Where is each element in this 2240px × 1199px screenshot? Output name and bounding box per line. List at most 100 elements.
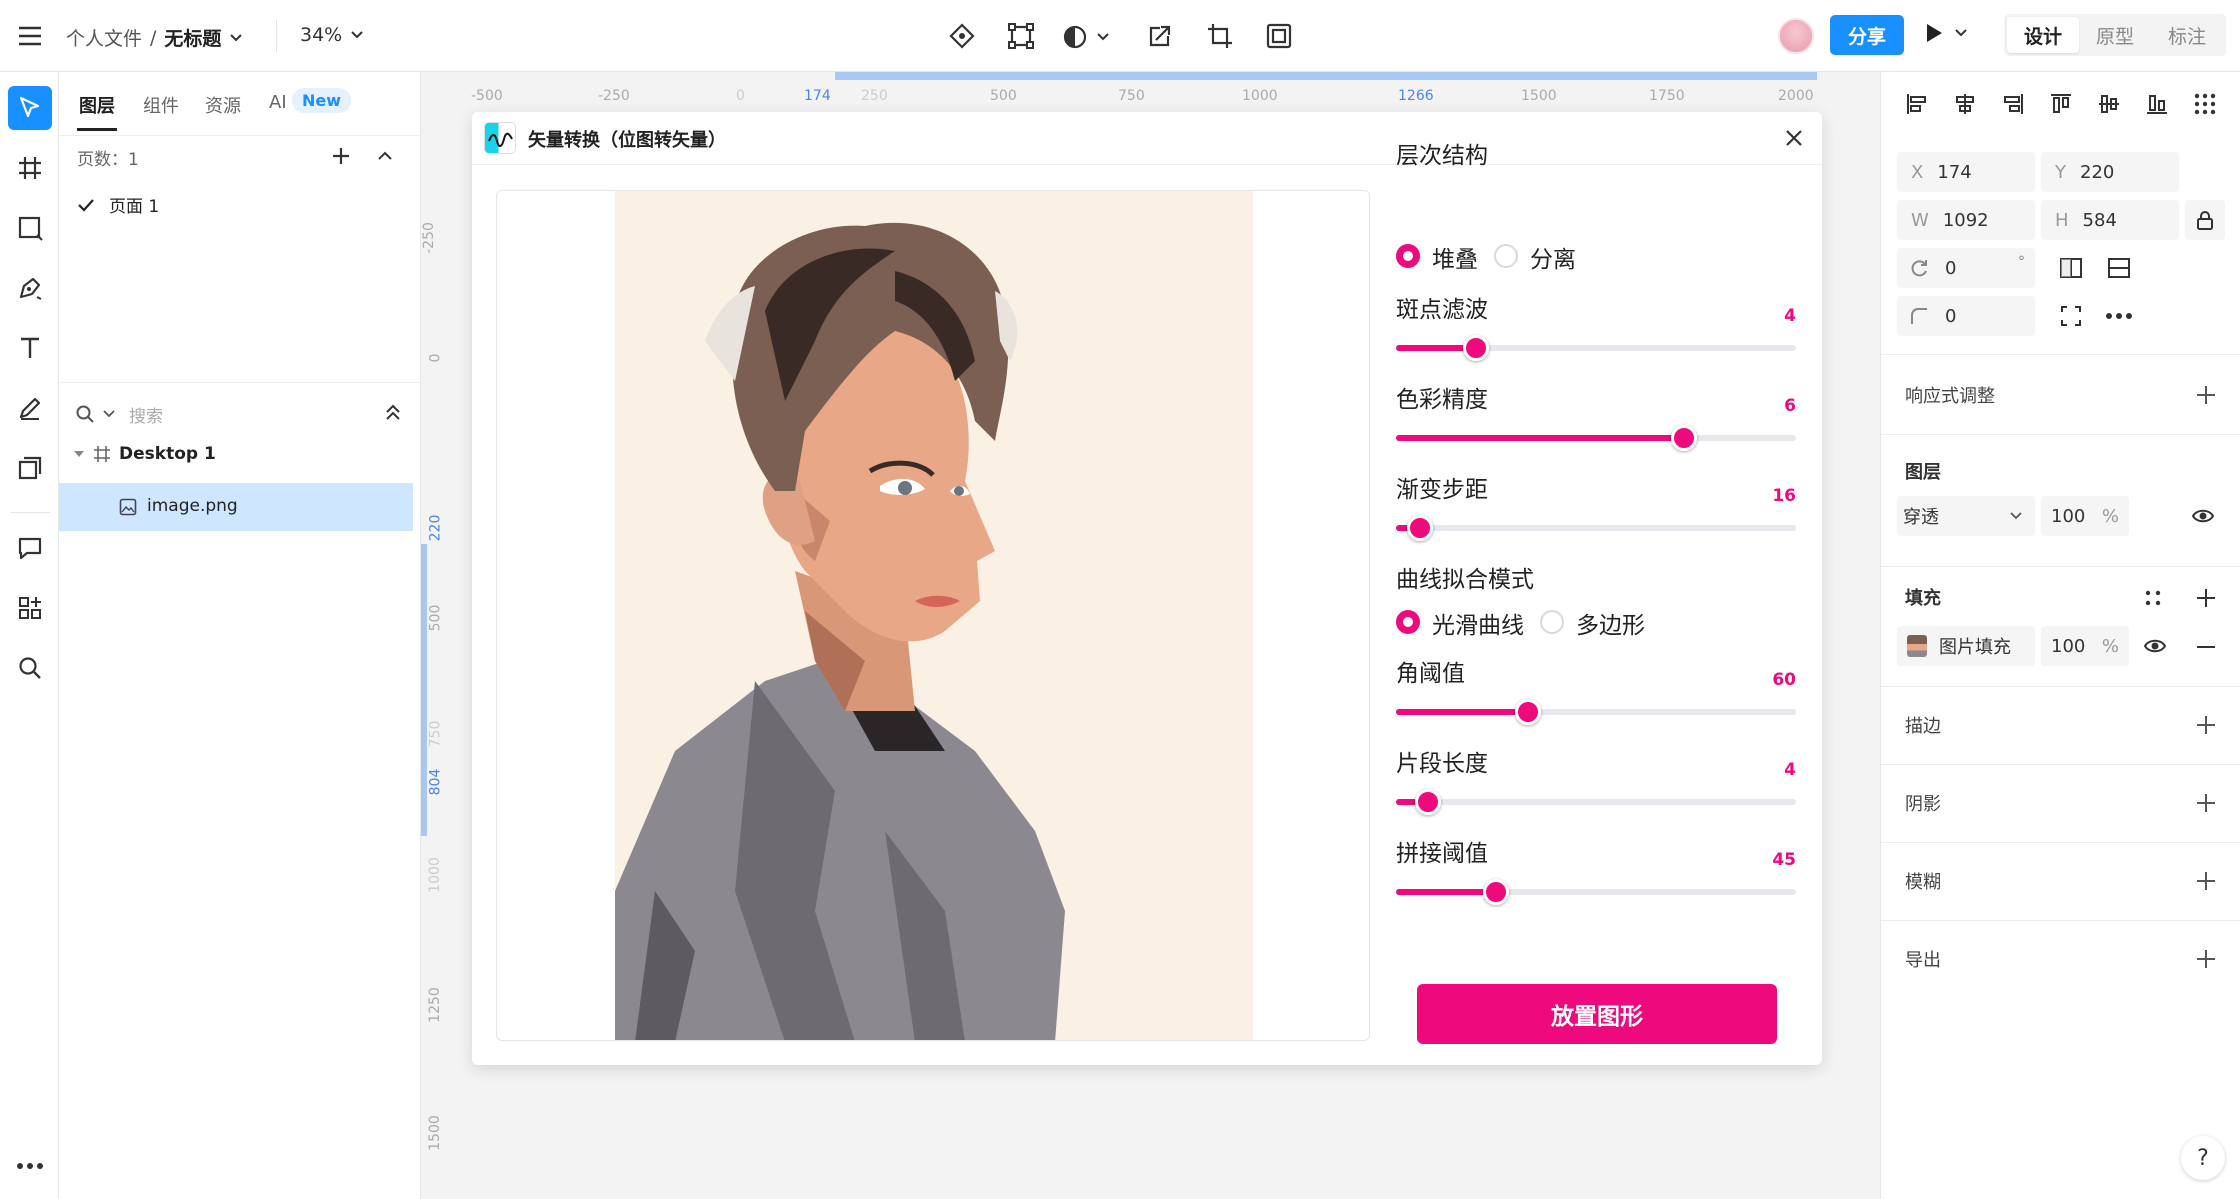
tab-annotate[interactable]: 标注 xyxy=(2151,17,2223,53)
left-ruler: -250 0 220 500 750 804 1000 1250 1500 xyxy=(421,110,451,1199)
more-tools[interactable] xyxy=(8,1144,52,1188)
tab-components[interactable]: 组件 xyxy=(143,92,179,118)
rotation-value: 0 xyxy=(1945,257,1957,279)
layer-search[interactable]: 搜索 xyxy=(75,396,405,432)
close-icon[interactable] xyxy=(1784,128,1804,148)
blend-mode-select[interactable]: 穿透 xyxy=(1897,496,2035,536)
add-shadow-icon[interactable] xyxy=(2194,791,2218,815)
export-arrow-icon[interactable] xyxy=(1140,16,1180,56)
corner-radius-field[interactable]: 0 xyxy=(1897,296,2035,336)
present-button[interactable] xyxy=(1924,22,1968,44)
tab-design[interactable]: 设计 xyxy=(2007,17,2079,53)
radio-stacked[interactable] xyxy=(1396,244,1420,268)
flip-horizontal-icon[interactable] xyxy=(2059,256,2083,280)
fill-type-field[interactable]: 图片填充 xyxy=(1897,626,2035,666)
chevron-down-icon[interactable] xyxy=(229,33,243,43)
add-blur-icon[interactable] xyxy=(2194,869,2218,893)
frame-tool[interactable] xyxy=(8,146,52,190)
component-icon[interactable] xyxy=(942,16,982,56)
eye-icon[interactable] xyxy=(2143,635,2167,657)
align-center-vertical-icon[interactable] xyxy=(2097,92,2121,116)
clip-frame-icon[interactable] xyxy=(1259,16,1299,56)
layer-frame[interactable]: Desktop 1 xyxy=(73,444,216,464)
tab-layers[interactable]: 图层 xyxy=(79,92,115,118)
comment-tool[interactable] xyxy=(8,526,52,570)
layer-image-row[interactable]: image.png xyxy=(59,483,413,531)
radio-separate-label[interactable]: 分离 xyxy=(1530,240,1576,274)
place-shape-button[interactable]: 放置图形 xyxy=(1417,984,1777,1044)
slider-value: 60 xyxy=(1772,670,1796,690)
distribute-icon[interactable] xyxy=(2193,92,2217,116)
align-center-horizontal-icon[interactable] xyxy=(1953,92,1977,116)
collapse-all-icon[interactable] xyxy=(385,404,401,422)
menu-icon[interactable] xyxy=(10,16,50,56)
slice-tool[interactable] xyxy=(8,446,52,490)
page-item[interactable]: 页面 1 xyxy=(77,192,159,217)
pen-tool[interactable] xyxy=(8,266,52,310)
layer-image-name: image.png xyxy=(147,496,238,516)
align-top-icon[interactable] xyxy=(2049,92,2073,116)
radio-separate[interactable] xyxy=(1494,244,1518,268)
collapse-icon[interactable] xyxy=(377,150,393,162)
layer-opacity-field[interactable]: 100 % xyxy=(2041,496,2129,536)
chevron-down-icon xyxy=(103,410,115,418)
move-tool[interactable] xyxy=(8,86,52,130)
avatar[interactable] xyxy=(1778,18,1814,54)
radio-stacked-label[interactable]: 堆叠 xyxy=(1432,240,1478,274)
segment-length-slider[interactable] xyxy=(1396,789,1796,815)
rotation-field[interactable]: 0 ° xyxy=(1897,248,2035,288)
add-responsive-icon[interactable] xyxy=(2194,383,2218,407)
rectangle-tool[interactable] xyxy=(8,206,52,250)
radio-smooth-curve-label[interactable]: 光滑曲线 xyxy=(1432,606,1524,640)
plugins-tool[interactable] xyxy=(8,586,52,630)
add-export-icon[interactable] xyxy=(2194,947,2218,971)
text-tool[interactable] xyxy=(8,326,52,370)
tab-prototype[interactable]: 原型 xyxy=(2079,17,2151,53)
gradient-step-slider[interactable] xyxy=(1396,515,1796,541)
radio-smooth-curve[interactable] xyxy=(1396,610,1420,634)
color-precision-slider[interactable] xyxy=(1396,425,1796,451)
fill-styles-icon[interactable] xyxy=(2143,588,2163,608)
tab-assets[interactable]: 资源 xyxy=(205,92,241,118)
more-icon[interactable] xyxy=(2105,312,2133,320)
file-name[interactable]: 无标题 xyxy=(164,24,221,51)
fill-opacity-field[interactable]: 100 % xyxy=(2041,626,2129,666)
mask-dropdown[interactable] xyxy=(1062,24,1110,50)
add-page-icon[interactable] xyxy=(331,146,351,166)
width-field[interactable]: W 1092 xyxy=(1897,200,2035,240)
divider xyxy=(1881,434,2240,435)
independent-corners-icon[interactable] xyxy=(2059,304,2083,328)
zoom-level: 34% xyxy=(300,24,343,46)
tab-ai[interactable]: AI xyxy=(269,92,287,113)
pencil-tool[interactable] xyxy=(8,386,52,430)
caret-down-icon[interactable] xyxy=(73,449,85,459)
blend-mode-value: 穿透 xyxy=(1903,507,1939,528)
text-icon xyxy=(21,337,39,358)
search-input[interactable]: 搜索 xyxy=(129,402,163,427)
y-field[interactable]: Y 220 xyxy=(2041,152,2179,192)
add-stroke-icon[interactable] xyxy=(2194,713,2218,737)
flip-vertical-icon[interactable] xyxy=(2107,256,2131,280)
slider-label: 片段长度 xyxy=(1396,751,1488,777)
align-left-icon[interactable] xyxy=(1905,92,1929,116)
eye-icon[interactable] xyxy=(2191,505,2215,527)
search-tool[interactable] xyxy=(8,646,52,690)
zoom-dropdown[interactable]: 34% xyxy=(300,24,364,46)
help-button[interactable]: ? xyxy=(2181,1136,2225,1180)
breadcrumb-parent[interactable]: 个人文件 xyxy=(66,24,142,51)
corner-threshold-slider[interactable] xyxy=(1396,699,1796,725)
share-button[interactable]: 分享 xyxy=(1830,15,1904,55)
frame-transform-icon[interactable] xyxy=(1001,16,1041,56)
remove-fill-icon[interactable] xyxy=(2194,635,2218,659)
add-fill-icon[interactable] xyxy=(2194,586,2218,610)
radio-polygon[interactable] xyxy=(1540,610,1564,634)
splice-threshold-slider[interactable] xyxy=(1396,879,1796,905)
crop-icon[interactable] xyxy=(1200,16,1240,56)
height-field[interactable]: H 584 xyxy=(2041,200,2179,240)
radio-polygon-label[interactable]: 多边形 xyxy=(1576,606,1645,640)
align-bottom-icon[interactable] xyxy=(2145,92,2169,116)
align-right-icon[interactable] xyxy=(2001,92,2025,116)
speckle-filter-slider[interactable] xyxy=(1396,335,1796,361)
lock-ratio-button[interactable] xyxy=(2185,200,2225,240)
x-field[interactable]: X 174 xyxy=(1897,152,2035,192)
